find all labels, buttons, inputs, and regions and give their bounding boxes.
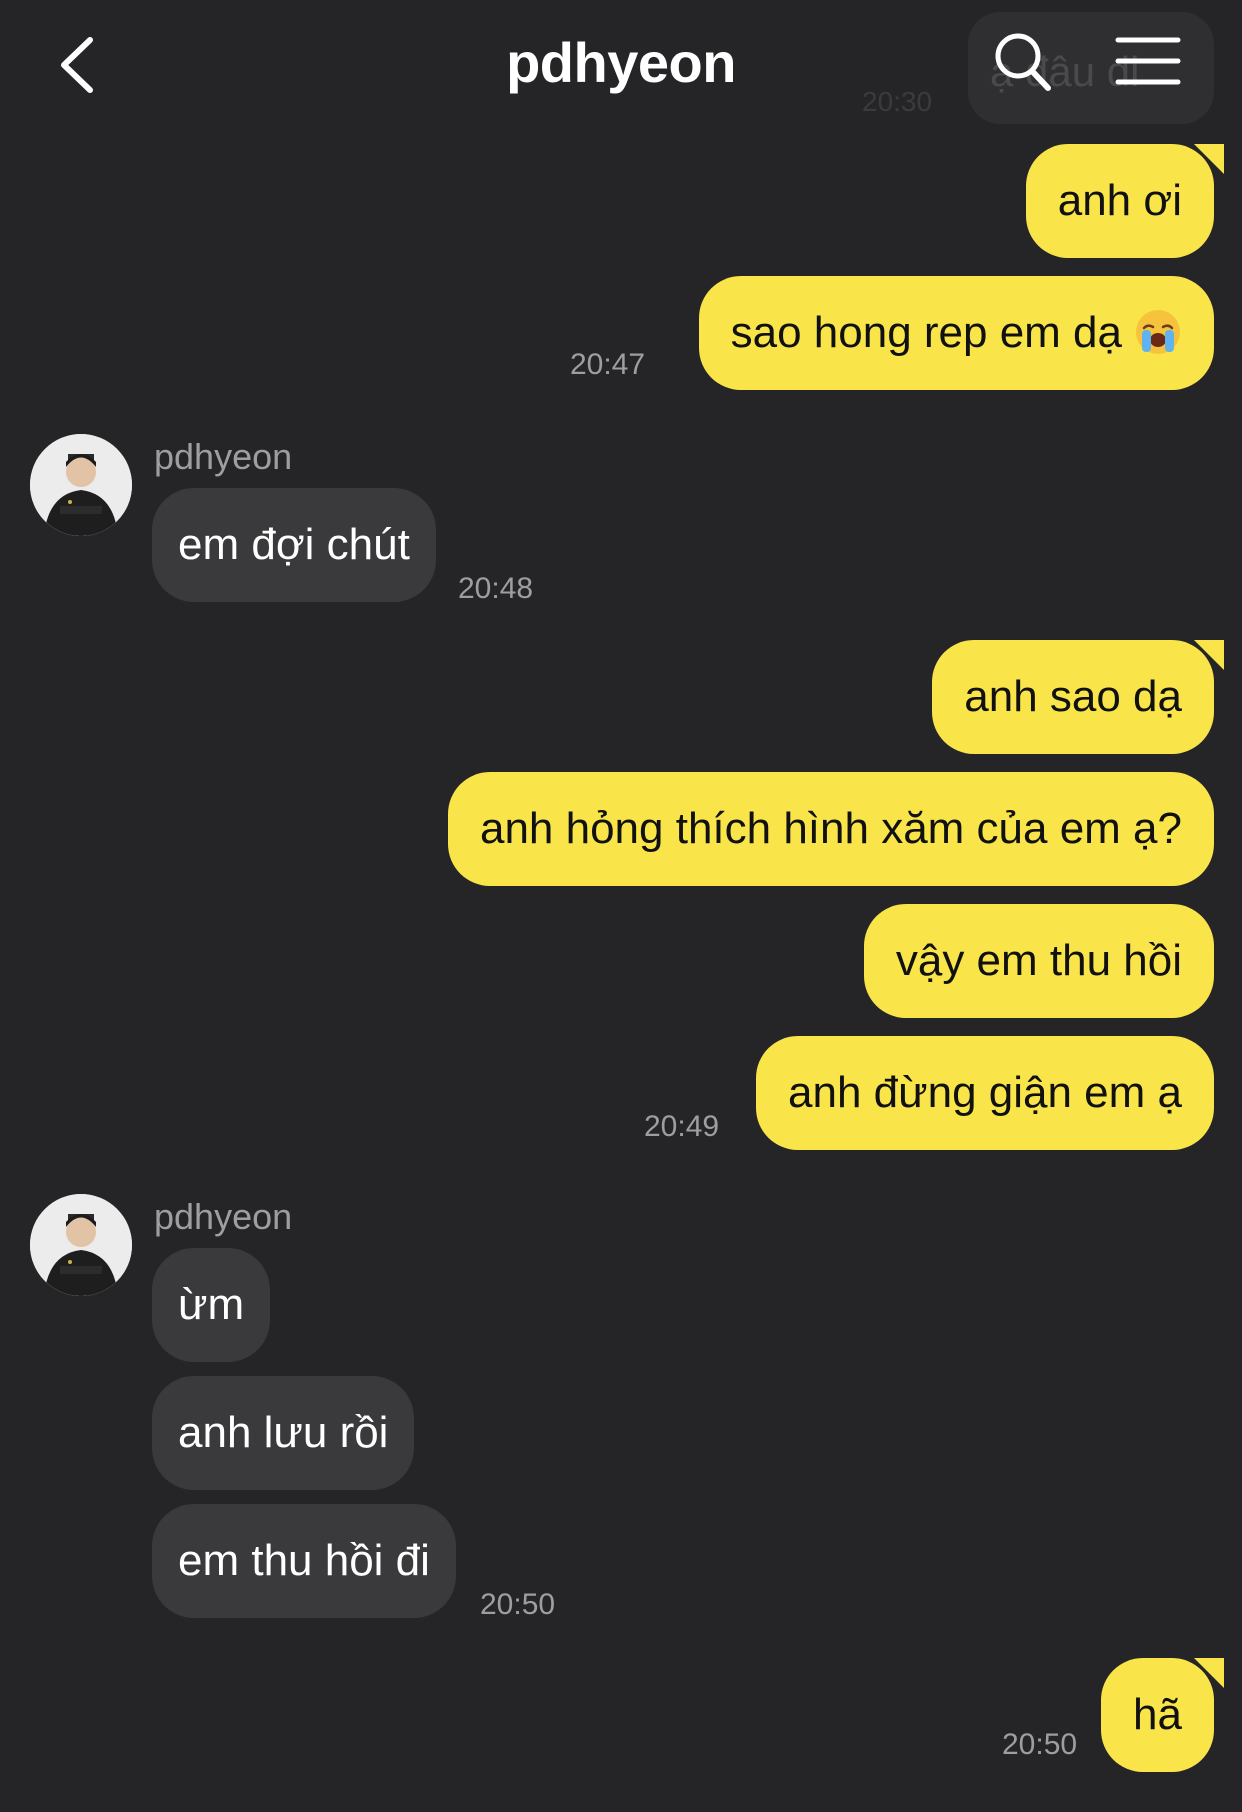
message-row-outgoing: anh ơi bbox=[0, 144, 1242, 258]
message-timestamp: 20:49 bbox=[644, 1110, 720, 1143]
loudly-crying-face-emoji bbox=[1136, 310, 1180, 355]
message-row-incoming: em đợi chút 20:48 bbox=[0, 488, 1242, 605]
search-button[interactable] bbox=[992, 28, 1056, 98]
message-timestamp: 20:47 bbox=[570, 348, 646, 381]
message-row-outgoing: 20:49 anh đừng giận em ạ bbox=[0, 1036, 1242, 1150]
message-row-incoming: em thu hồi đi 20:50 bbox=[0, 1504, 1242, 1621]
message-bubble-outgoing[interactable]: anh ơi bbox=[1025, 144, 1214, 258]
message-row-outgoing: 20:47 sao hong rep em dạ bbox=[0, 276, 1242, 390]
message-bubble-outgoing[interactable]: anh hỏng thích hình xăm của em ạ? bbox=[447, 772, 1214, 886]
message-row-outgoing: anh sao dạ bbox=[0, 640, 1242, 754]
message-timestamp: 20:48 bbox=[458, 572, 534, 605]
message-row-incoming: anh lưu rồi bbox=[0, 1376, 1242, 1490]
message-bubble-incoming[interactable]: em thu hồi đi bbox=[152, 1504, 456, 1618]
sender-name: pdhyeon bbox=[154, 436, 293, 477]
message-bubble-incoming[interactable]: em đợi chút bbox=[152, 488, 436, 602]
chat-header: 20:30 ạ đâu đi pdhyeon bbox=[0, 0, 1242, 130]
message-row-outgoing: vậy em thu hồi bbox=[0, 904, 1242, 1018]
message-bubble-incoming[interactable]: ừm bbox=[152, 1248, 271, 1362]
sender-name: pdhyeon bbox=[154, 1196, 293, 1237]
menu-button[interactable] bbox=[1112, 28, 1184, 98]
message-bubble-outgoing[interactable]: sao hong rep em dạ bbox=[698, 276, 1214, 390]
hamburger-menu-icon bbox=[1115, 37, 1181, 85]
search-icon bbox=[995, 33, 1051, 91]
message-timestamp: 20:50 bbox=[480, 1588, 556, 1621]
message-bubble-incoming[interactable]: anh lưu rồi bbox=[152, 1376, 415, 1490]
message-text: sao hong rep em dạ bbox=[730, 308, 1122, 357]
message-row-outgoing: 20:50 hã bbox=[0, 1658, 1242, 1772]
message-bubble-outgoing[interactable]: vậy em thu hồi bbox=[863, 904, 1214, 1018]
message-timestamp: 20:50 bbox=[1002, 1728, 1078, 1761]
message-row-outgoing: anh hỏng thích hình xăm của em ạ? bbox=[0, 772, 1242, 886]
message-bubble-outgoing[interactable]: anh đừng giận em ạ bbox=[756, 1036, 1214, 1150]
message-row-incoming: ừm bbox=[0, 1248, 1242, 1362]
message-bubble-outgoing[interactable]: anh sao dạ bbox=[932, 640, 1214, 754]
message-bubble-outgoing[interactable]: hã bbox=[1101, 1658, 1214, 1772]
